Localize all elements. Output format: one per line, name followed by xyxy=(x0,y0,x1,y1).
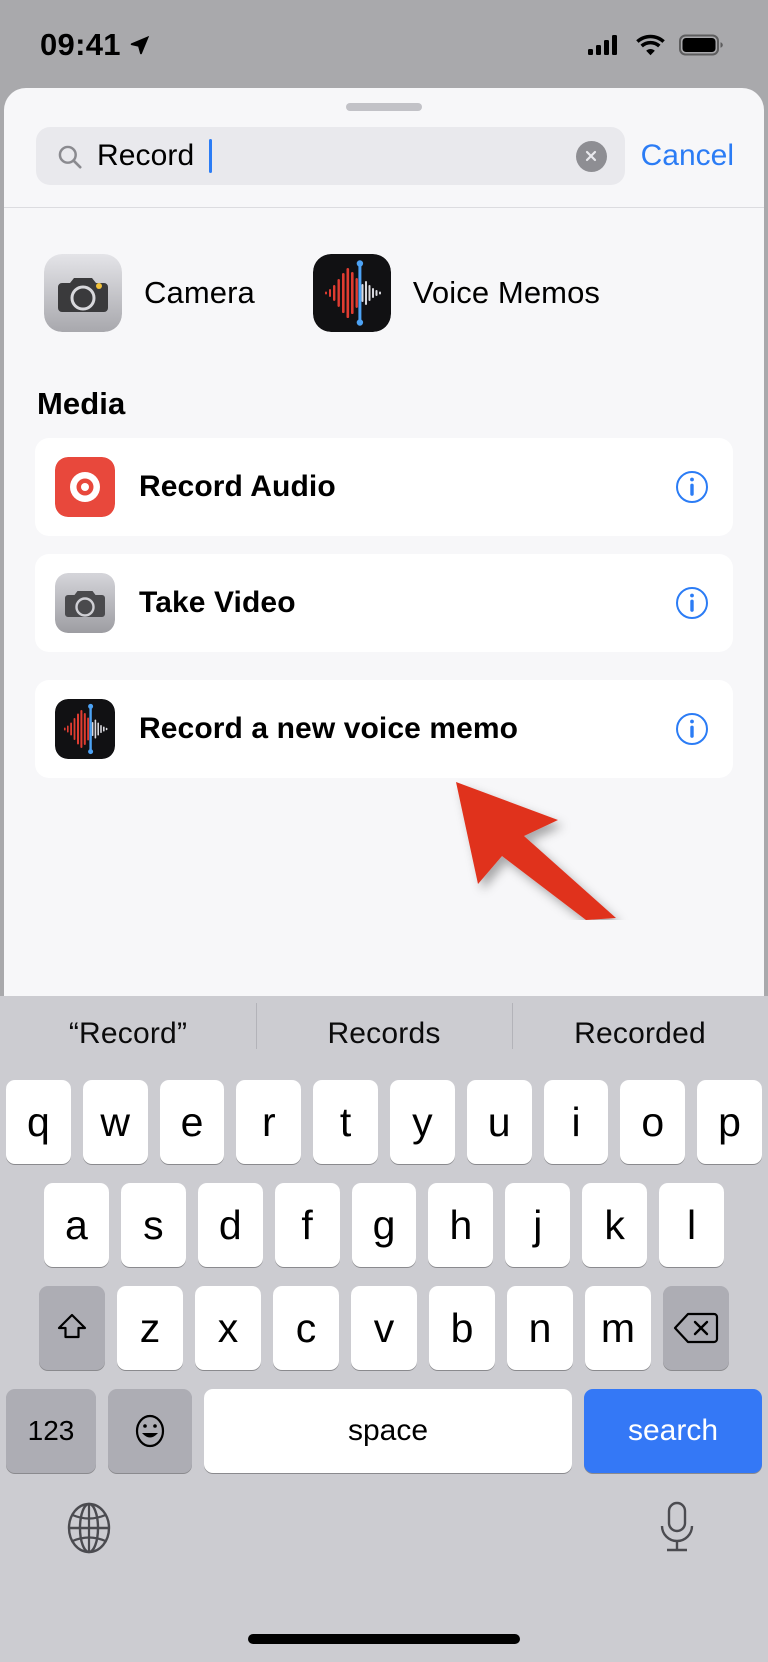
battery-full-icon xyxy=(679,34,723,56)
result-row-label: Take Video xyxy=(139,586,296,619)
voice-memos-app-icon xyxy=(312,254,391,332)
search-input-value: Record xyxy=(97,139,195,172)
key-v[interactable]: v xyxy=(351,1286,417,1370)
numbers-key[interactable]: 123 xyxy=(6,1389,96,1473)
microphone-icon[interactable] xyxy=(652,1499,702,1557)
key-y[interactable]: y xyxy=(390,1080,455,1164)
app-suggestions: Camera Voice Memos xyxy=(4,208,764,332)
result-row-label: Record a new voice memo xyxy=(139,712,519,745)
key-l[interactable]: l xyxy=(659,1183,725,1267)
prediction-candidate-1[interactable]: Records xyxy=(256,1003,512,1051)
key-g[interactable]: g xyxy=(351,1183,417,1267)
shift-key[interactable] xyxy=(39,1286,105,1370)
keyboard-row-2: a s d f g h j k l xyxy=(0,1183,768,1267)
return-search-key[interactable]: search xyxy=(584,1389,762,1473)
globe-language-icon[interactable] xyxy=(60,1499,118,1557)
home-indicator[interactable] xyxy=(248,1634,520,1644)
keyboard-row-1: q w e r t y u i o p xyxy=(0,1080,768,1164)
search-results-list: Record Audio Take Video Record a new voi… xyxy=(4,438,764,778)
info-circle-icon[interactable] xyxy=(675,712,709,746)
software-keyboard: “Record” Records Recorded q w e r t y u … xyxy=(0,996,768,1662)
result-row-record-audio[interactable]: Record Audio xyxy=(35,438,733,536)
status-bar-left: 09:41 xyxy=(40,27,151,63)
emoji-key[interactable] xyxy=(108,1389,192,1473)
info-circle-icon[interactable] xyxy=(675,470,709,504)
key-x[interactable]: x xyxy=(195,1286,261,1370)
section-title-media: Media xyxy=(37,386,126,421)
cancel-button[interactable]: Cancel xyxy=(641,139,740,173)
keyboard-bottom-row xyxy=(0,1473,768,1557)
search-bar-row: Record Cancel xyxy=(4,111,764,207)
status-bar-right xyxy=(588,33,724,57)
result-row-take-video[interactable]: Take Video xyxy=(35,554,733,652)
search-icon xyxy=(58,145,82,169)
wifi-icon xyxy=(636,34,665,56)
location-arrow-icon xyxy=(130,35,149,55)
sheet-grabber[interactable] xyxy=(346,103,422,111)
key-t[interactable]: t xyxy=(313,1080,378,1164)
key-u[interactable]: u xyxy=(466,1080,532,1164)
voice-memos-app-icon xyxy=(55,699,115,759)
key-k[interactable]: k xyxy=(582,1183,648,1267)
key-i[interactable]: i xyxy=(543,1080,609,1164)
key-n[interactable]: n xyxy=(507,1286,573,1370)
keyboard-row-4: 123 space search xyxy=(0,1389,768,1473)
key-e[interactable]: e xyxy=(159,1080,225,1164)
clear-circle-icon[interactable] xyxy=(575,140,607,172)
search-sheet: Record Cancel Camera Voice Memos Media R… xyxy=(4,88,764,996)
info-circle-icon[interactable] xyxy=(675,586,709,620)
key-d[interactable]: d xyxy=(197,1183,263,1267)
key-q[interactable]: q xyxy=(6,1080,71,1164)
prediction-bar: “Record” Records Recorded xyxy=(0,996,768,1072)
key-j[interactable]: j xyxy=(505,1183,571,1267)
status-bar: 09:41 xyxy=(0,0,768,90)
emoji-smiley-icon xyxy=(135,1414,165,1448)
camera-app-icon xyxy=(44,254,122,332)
shift-arrow-icon xyxy=(57,1313,87,1339)
key-f[interactable]: f xyxy=(274,1183,340,1267)
app-suggestion-voice-memos[interactable]: Voice Memos xyxy=(312,254,601,332)
key-h[interactable]: h xyxy=(428,1183,494,1267)
key-a[interactable]: a xyxy=(44,1183,109,1267)
key-p[interactable]: p xyxy=(697,1080,762,1164)
prediction-candidate-0[interactable]: “Record” xyxy=(0,1017,256,1051)
key-m[interactable]: m xyxy=(585,1286,651,1370)
space-key[interactable]: space xyxy=(204,1389,572,1473)
result-row-record-voice-memo[interactable]: Record a new voice memo xyxy=(35,680,733,778)
key-o[interactable]: o xyxy=(620,1080,686,1164)
app-suggestion-label: Voice Memos xyxy=(412,275,601,310)
take-video-icon xyxy=(55,573,115,633)
app-suggestion-camera[interactable]: Camera xyxy=(44,254,255,332)
key-z[interactable]: z xyxy=(117,1286,183,1370)
result-row-label: Record Audio xyxy=(139,470,336,503)
status-bar-clock: 09:41 xyxy=(40,27,121,62)
delete-backspace-icon xyxy=(673,1312,719,1344)
app-suggestion-label: Camera xyxy=(144,275,255,310)
text-caret xyxy=(209,139,213,173)
record-audio-icon xyxy=(55,457,115,517)
prediction-candidate-2[interactable]: Recorded xyxy=(512,1003,768,1051)
search-input[interactable]: Record xyxy=(36,127,625,185)
key-b[interactable]: b xyxy=(429,1286,495,1370)
cellular-signal-icon xyxy=(588,35,617,55)
key-w[interactable]: w xyxy=(82,1080,148,1164)
key-s[interactable]: s xyxy=(120,1183,186,1267)
keyboard-row-3: z x c v b n m xyxy=(0,1286,768,1370)
key-c[interactable]: c xyxy=(273,1286,339,1370)
delete-key[interactable] xyxy=(663,1286,729,1370)
key-r[interactable]: r xyxy=(236,1080,302,1164)
